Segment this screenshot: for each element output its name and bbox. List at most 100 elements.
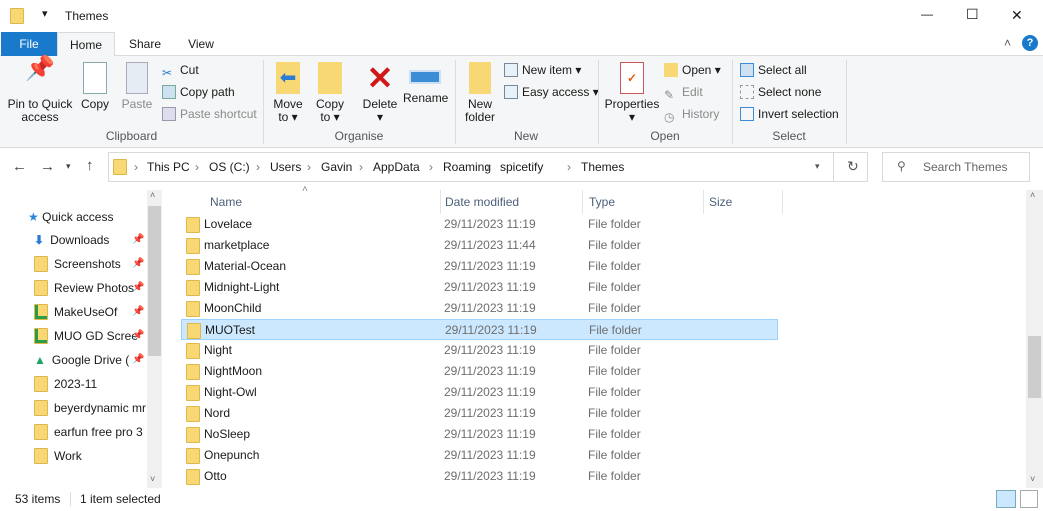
pin-icon[interactable]: 📌 bbox=[132, 306, 144, 317]
back-button[interactable]: ← bbox=[12, 158, 27, 175]
pin-icon[interactable]: 📌 bbox=[132, 282, 144, 293]
copy-to-button[interactable]: Copy to ▾ bbox=[310, 56, 350, 124]
folder-icon bbox=[34, 424, 48, 440]
file-row[interactable]: Night 29/11/2023 11:19 File folder bbox=[181, 340, 778, 361]
tab-view[interactable]: View bbox=[174, 32, 228, 56]
address-bar[interactable]: › This PC › OS (C:) › Users › Gavin › Ap… bbox=[108, 152, 868, 182]
breadcrumb-item[interactable]: This PC bbox=[147, 160, 190, 174]
copy-to-icon bbox=[318, 62, 342, 94]
file-date: 29/11/2023 11:19 bbox=[444, 448, 536, 462]
cut-button[interactable]: ✂ Cut bbox=[162, 60, 199, 80]
column-header-type[interactable]: Type bbox=[589, 192, 615, 214]
scrollbar-thumb[interactable] bbox=[1028, 336, 1041, 398]
delete-button[interactable]: ✕ Delete ▾ bbox=[360, 56, 400, 124]
invert-selection-button[interactable]: Invert selection bbox=[740, 104, 839, 124]
close-button[interactable]: ✕ bbox=[1011, 7, 1023, 24]
file-row[interactable]: NightMoon 29/11/2023 11:19 File folder bbox=[181, 361, 778, 382]
sidebar-scrollbar[interactable]: ˄ ˅ bbox=[147, 190, 162, 488]
file-row[interactable]: Night-Owl 29/11/2023 11:19 File folder bbox=[181, 382, 778, 403]
sidebar-item-quick-access[interactable]: ★ Quick access bbox=[28, 206, 148, 228]
delete-label: Delete bbox=[362, 97, 398, 111]
sidebar-item[interactable]: MakeUseOf bbox=[34, 301, 146, 323]
sidebar-item[interactable]: Review Photos bbox=[34, 277, 146, 299]
sidebar-item[interactable]: ⬇ Downloads bbox=[34, 229, 146, 251]
folder-icon bbox=[186, 217, 200, 233]
select-all-button[interactable]: Select all bbox=[740, 60, 807, 80]
pin-to-quick-access-button[interactable]: 📌 Pin to Quick access bbox=[4, 56, 76, 124]
copy-to-label: Copy to bbox=[315, 97, 344, 124]
sidebar-item[interactable]: 2023-11 bbox=[34, 373, 146, 395]
file-row[interactable]: MUOTest 29/11/2023 11:19 File folder bbox=[181, 319, 778, 340]
breadcrumb-item[interactable]: Gavin bbox=[321, 160, 352, 174]
column-header-date-modified[interactable]: Date modified bbox=[445, 192, 519, 214]
edit-button[interactable]: ✎ Edit bbox=[664, 82, 703, 102]
file-type: File folder bbox=[588, 238, 641, 252]
pin-icon[interactable]: 📌 bbox=[132, 330, 144, 341]
file-row[interactable]: Onepunch 29/11/2023 11:19 File folder bbox=[181, 445, 778, 466]
file-name: NoSleep bbox=[204, 427, 251, 441]
new-item-button[interactable]: New item ▾ bbox=[504, 60, 581, 80]
file-row[interactable]: marketplace 29/11/2023 11:44 File folder bbox=[181, 235, 778, 256]
pin-icon[interactable]: 📌 bbox=[132, 258, 144, 269]
open-button[interactable]: Open ▾ bbox=[664, 60, 721, 80]
rename-button[interactable]: Rename bbox=[403, 56, 448, 105]
file-name: Midnight-Light bbox=[204, 280, 280, 294]
collapse-ribbon-icon[interactable]: ˄ bbox=[1004, 36, 1011, 50]
breadcrumb-item[interactable]: spicetify bbox=[500, 160, 543, 174]
quick-access-toolbar-dropdown[interactable]: ▾ bbox=[42, 7, 48, 20]
sidebar-item[interactable]: ▲ Google Drive ( bbox=[34, 349, 146, 371]
address-dropdown-icon[interactable]: ▾ bbox=[815, 161, 820, 172]
forward-button[interactable]: → bbox=[40, 158, 55, 175]
sidebar-item[interactable]: beyerdynamic mr bbox=[34, 397, 146, 419]
paste-shortcut-button[interactable]: Paste shortcut bbox=[162, 104, 257, 124]
breadcrumb-item[interactable]: AppData bbox=[373, 160, 420, 174]
easy-access-button[interactable]: Easy access ▾ bbox=[504, 82, 599, 102]
tab-file[interactable]: File bbox=[1, 32, 57, 56]
file-row[interactable]: NoSleep 29/11/2023 11:19 File folder bbox=[181, 424, 778, 445]
search-box[interactable]: ⚲ Search Themes bbox=[882, 152, 1030, 182]
large-icons-view-button[interactable] bbox=[1020, 490, 1038, 508]
paste-label: Paste bbox=[121, 97, 153, 111]
copy-path-button[interactable]: Copy path bbox=[162, 82, 235, 102]
breadcrumb-item[interactable]: Themes bbox=[581, 160, 624, 174]
select-none-button[interactable]: Select none bbox=[740, 82, 821, 102]
properties-button[interactable]: ✓ Properties ▾ bbox=[603, 56, 661, 124]
file-row[interactable]: Nord 29/11/2023 11:19 File folder bbox=[181, 403, 778, 424]
scrollbar-thumb[interactable] bbox=[148, 206, 161, 356]
maximize-button[interactable]: ☐ bbox=[966, 6, 979, 23]
breadcrumb-item[interactable]: OS (C:) bbox=[209, 160, 250, 174]
move-to-button[interactable]: ⬅ Move to ▾ bbox=[268, 56, 308, 124]
column-header-name[interactable]: Name bbox=[210, 192, 242, 214]
synced-folder-icon bbox=[34, 328, 48, 344]
breadcrumb-item[interactable]: Users bbox=[270, 160, 301, 174]
paste-shortcut-label: Paste shortcut bbox=[180, 107, 257, 121]
folder-icon bbox=[186, 406, 200, 422]
details-view-button[interactable] bbox=[996, 490, 1016, 508]
paste-button[interactable]: Paste bbox=[118, 56, 156, 111]
up-button[interactable]: ↑ bbox=[86, 157, 94, 174]
refresh-icon[interactable]: ↻ bbox=[847, 158, 859, 175]
file-row[interactable]: Lovelace 29/11/2023 11:19 File folder bbox=[181, 214, 778, 235]
tab-share[interactable]: Share bbox=[118, 32, 172, 56]
help-icon[interactable]: ? bbox=[1022, 35, 1038, 51]
pin-icon[interactable]: 📌 bbox=[132, 234, 144, 245]
column-header-size[interactable]: Size bbox=[709, 192, 732, 214]
file-row[interactable]: Otto 29/11/2023 11:19 File folder bbox=[181, 466, 778, 487]
file-row[interactable]: Material-Ocean 29/11/2023 11:19 File folde… bbox=[181, 256, 778, 277]
pin-icon[interactable]: 📌 bbox=[132, 354, 144, 365]
recent-locations-dropdown[interactable]: ▾ bbox=[66, 161, 71, 172]
sidebar-item[interactable]: Work bbox=[34, 445, 146, 467]
sidebar-item[interactable]: Screenshots bbox=[34, 253, 146, 275]
file-row[interactable]: Midnight-Light 29/11/2023 11:19 File folde… bbox=[181, 277, 778, 298]
minimize-button[interactable]: — bbox=[921, 7, 933, 21]
sidebar-item[interactable]: MUO GD Scree bbox=[34, 325, 146, 347]
file-type: File folder bbox=[588, 343, 641, 357]
breadcrumb-item[interactable]: Roaming bbox=[443, 160, 491, 174]
tab-home[interactable]: Home bbox=[57, 32, 115, 57]
file-row[interactable]: MoonChild 29/11/2023 11:19 File folder bbox=[181, 298, 778, 319]
copy-button[interactable]: Copy bbox=[76, 56, 114, 111]
sidebar-item[interactable]: earfun free pro 3 bbox=[34, 421, 146, 443]
new-folder-button[interactable]: New folder bbox=[460, 56, 500, 124]
history-button[interactable]: ◷ History bbox=[664, 104, 719, 124]
file-list-scrollbar[interactable]: ˄ ˅ bbox=[1026, 190, 1043, 488]
